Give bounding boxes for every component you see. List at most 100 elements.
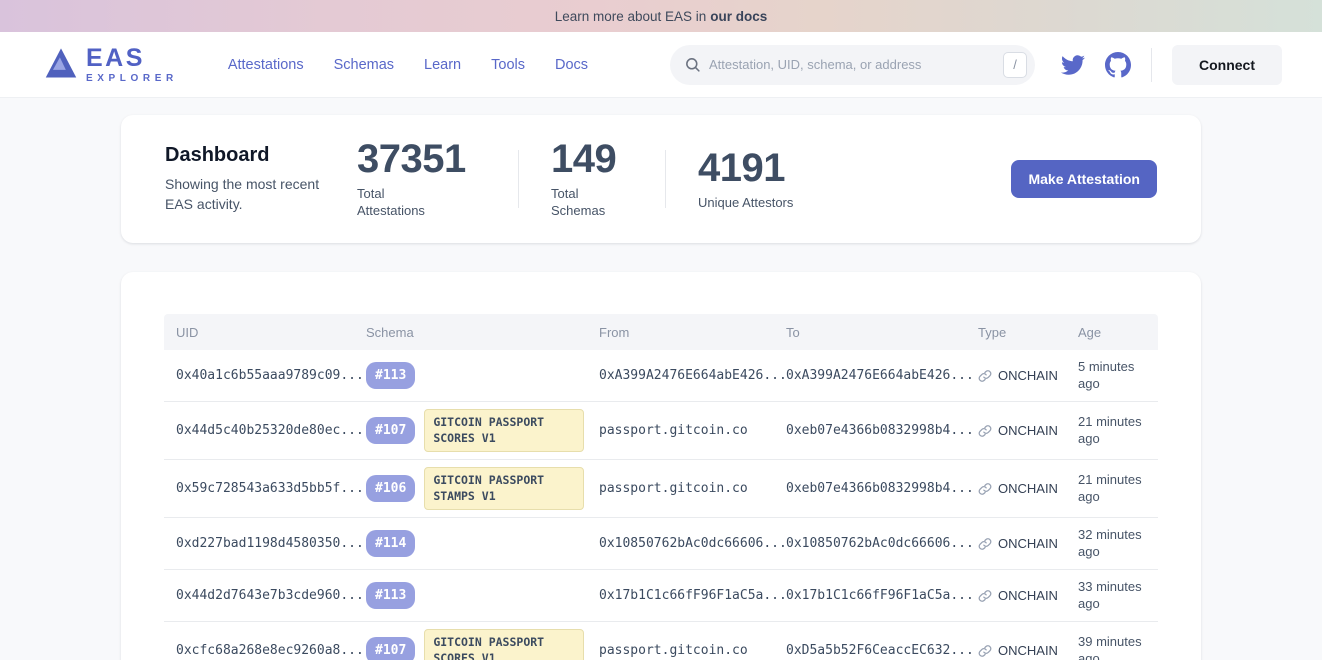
- type-label: ONCHAIN: [998, 481, 1058, 496]
- docs-banner[interactable]: Learn more about EAS in our docs: [0, 0, 1322, 32]
- connect-wallet-button[interactable]: Connect: [1172, 45, 1282, 85]
- to-address-link[interactable]: 0xD5a5b52F6CeaccEC632...: [786, 643, 978, 658]
- to-address-link[interactable]: 0x10850762bAc0dc66606...: [786, 536, 978, 551]
- attestation-uid-link[interactable]: 0x40a1c6b55aaa9789c09...: [164, 368, 366, 383]
- stat-divider: [518, 150, 519, 208]
- logo-text: EAS EXPLORER: [86, 46, 178, 84]
- eas-logo[interactable]: EAS EXPLORER: [44, 46, 178, 84]
- attestation-uid-link[interactable]: 0xcfc68a268e8ec9260a8...: [164, 643, 366, 658]
- attestation-uid-link[interactable]: 0xd227bad1198d4580350...: [164, 536, 366, 551]
- nav-link[interactable]: Schemas: [334, 57, 394, 73]
- attestation-row[interactable]: 0x44d2d7643e7b3cde960... #113 0x17b1C1c6…: [164, 570, 1158, 622]
- age-cell: 5 minutes ago: [1078, 359, 1158, 393]
- schema-cell: #107 GITCOIN PASSPORT SCORES V1: [366, 409, 599, 452]
- stat-label: Total Attestations: [357, 186, 437, 220]
- type-label: ONCHAIN: [998, 423, 1058, 438]
- schema-name-tag[interactable]: GITCOIN PASSPORT SCORES V1: [424, 629, 584, 660]
- to-address-link[interactable]: 0x17b1C1c66fF96F1aC5a...: [786, 588, 978, 603]
- schema-id-badge[interactable]: #113: [366, 582, 415, 609]
- from-address-link[interactable]: 0x17b1C1c66fF96F1aC5a...: [599, 588, 786, 603]
- link-icon: [978, 369, 992, 383]
- stat-value: 37351: [357, 138, 486, 180]
- twitter-icon[interactable]: [1061, 53, 1085, 77]
- age-cell: 33 minutes ago: [1078, 579, 1158, 613]
- schema-id-badge[interactable]: #114: [366, 530, 415, 557]
- table-header-row: UID Schema From To Type Age: [164, 314, 1158, 350]
- attestation-row[interactable]: 0x40a1c6b55aaa9789c09... #113 0xA399A247…: [164, 350, 1158, 402]
- from-address-link[interactable]: passport.gitcoin.co: [599, 481, 786, 496]
- social-links: [1061, 52, 1131, 78]
- column-header-to: To: [786, 325, 978, 340]
- schema-cell: #114: [366, 530, 599, 557]
- type-cell: ONCHAIN: [978, 481, 1078, 496]
- attestation-uid-link[interactable]: 0x44d2d7643e7b3cde960...: [164, 588, 366, 603]
- stat-total-attestations: 37351 Total Attestations: [357, 138, 486, 220]
- to-address-link[interactable]: 0xeb07e4366b0832998b4...: [786, 481, 978, 496]
- stat-label: Total Schemas: [551, 186, 631, 220]
- column-header-schema: Schema: [366, 325, 599, 340]
- type-label: ONCHAIN: [998, 588, 1058, 603]
- stat-value: 149: [551, 138, 633, 180]
- to-address-link[interactable]: 0xeb07e4366b0832998b4...: [786, 423, 978, 438]
- type-label: ONCHAIN: [998, 536, 1058, 551]
- from-address-link[interactable]: passport.gitcoin.co: [599, 423, 786, 438]
- logo-title: EAS: [86, 46, 178, 71]
- github-icon[interactable]: [1105, 52, 1131, 78]
- link-icon: [978, 482, 992, 496]
- attestation-row[interactable]: 0x44d5c40b25320de80ec... #107 GITCOIN PA…: [164, 402, 1158, 460]
- table-body: 0x40a1c6b55aaa9789c09... #113 0xA399A247…: [164, 350, 1158, 660]
- column-header-from: From: [599, 325, 786, 340]
- age-cell: 32 minutes ago: [1078, 527, 1158, 561]
- schema-cell: #106 GITCOIN PASSPORT STAMPS V1: [366, 467, 599, 510]
- main-content: Dashboard Showing the most recent EAS ac…: [0, 98, 1322, 660]
- link-icon: [978, 589, 992, 603]
- make-attestation-button[interactable]: Make Attestation: [1011, 160, 1157, 198]
- stats-row: 37351 Total Attestations 149 Total Schem…: [357, 138, 793, 220]
- stat-unique-attestors: 4191 Unique Attestors: [698, 147, 793, 212]
- from-address-link[interactable]: passport.gitcoin.co: [599, 643, 786, 658]
- type-cell: ONCHAIN: [978, 536, 1078, 551]
- schema-id-badge[interactable]: #107: [366, 417, 415, 444]
- to-address-link[interactable]: 0xA399A2476E664abE426...: [786, 368, 978, 383]
- stat-total-schemas: 149 Total Schemas: [551, 138, 633, 220]
- schema-cell: #113: [366, 362, 599, 389]
- schema-cell: #113: [366, 582, 599, 609]
- search-icon: [684, 56, 701, 73]
- schema-name-tag[interactable]: GITCOIN PASSPORT STAMPS V1: [424, 467, 584, 510]
- banner-text: Learn more about EAS in: [555, 9, 707, 24]
- dashboard-card: Dashboard Showing the most recent EAS ac…: [121, 115, 1201, 243]
- nav-link[interactable]: Learn: [424, 57, 461, 73]
- schema-id-badge[interactable]: #113: [366, 362, 415, 389]
- type-cell: ONCHAIN: [978, 588, 1078, 603]
- search-bar[interactable]: /: [670, 45, 1035, 85]
- schema-cell: #107 GITCOIN PASSPORT SCORES V1: [366, 629, 599, 660]
- nav-link[interactable]: Tools: [491, 57, 525, 73]
- type-cell: ONCHAIN: [978, 423, 1078, 438]
- attestation-row[interactable]: 0x59c728543a633d5bb5f... #106 GITCOIN PA…: [164, 460, 1158, 518]
- from-address-link[interactable]: 0x10850762bAc0dc66606...: [599, 536, 786, 551]
- attestation-row[interactable]: 0xcfc68a268e8ec9260a8... #107 GITCOIN PA…: [164, 622, 1158, 660]
- schema-id-badge[interactable]: #106: [366, 475, 415, 502]
- from-address-link[interactable]: 0xA399A2476E664abE426...: [599, 368, 786, 383]
- type-label: ONCHAIN: [998, 368, 1058, 383]
- nav-link[interactable]: Docs: [555, 57, 588, 73]
- age-cell: 21 minutes ago: [1078, 472, 1158, 506]
- attestations-table-card: UID Schema From To Type Age 0x40a1c6b55a…: [121, 272, 1201, 660]
- search-shortcut-key: /: [1003, 52, 1027, 78]
- schema-id-badge[interactable]: #107: [366, 637, 415, 660]
- nav-link[interactable]: Attestations: [228, 57, 304, 73]
- stat-label: Unique Attestors: [698, 195, 793, 212]
- header: EAS EXPLORER Attestations Schemas Learn …: [0, 32, 1322, 98]
- column-header-age: Age: [1078, 325, 1158, 340]
- search-input[interactable]: [709, 57, 995, 72]
- page-title: Dashboard: [165, 144, 357, 167]
- dashboard-intro: Dashboard Showing the most recent EAS ac…: [165, 144, 357, 214]
- link-icon: [978, 644, 992, 658]
- banner-docs-link[interactable]: our docs: [710, 9, 767, 24]
- attestation-uid-link[interactable]: 0x44d5c40b25320de80ec...: [164, 423, 366, 438]
- age-cell: 21 minutes ago: [1078, 414, 1158, 448]
- header-divider: [1151, 48, 1152, 82]
- attestation-row[interactable]: 0xd227bad1198d4580350... #114 0x10850762…: [164, 518, 1158, 570]
- schema-name-tag[interactable]: GITCOIN PASSPORT SCORES V1: [424, 409, 584, 452]
- attestation-uid-link[interactable]: 0x59c728543a633d5bb5f...: [164, 481, 366, 496]
